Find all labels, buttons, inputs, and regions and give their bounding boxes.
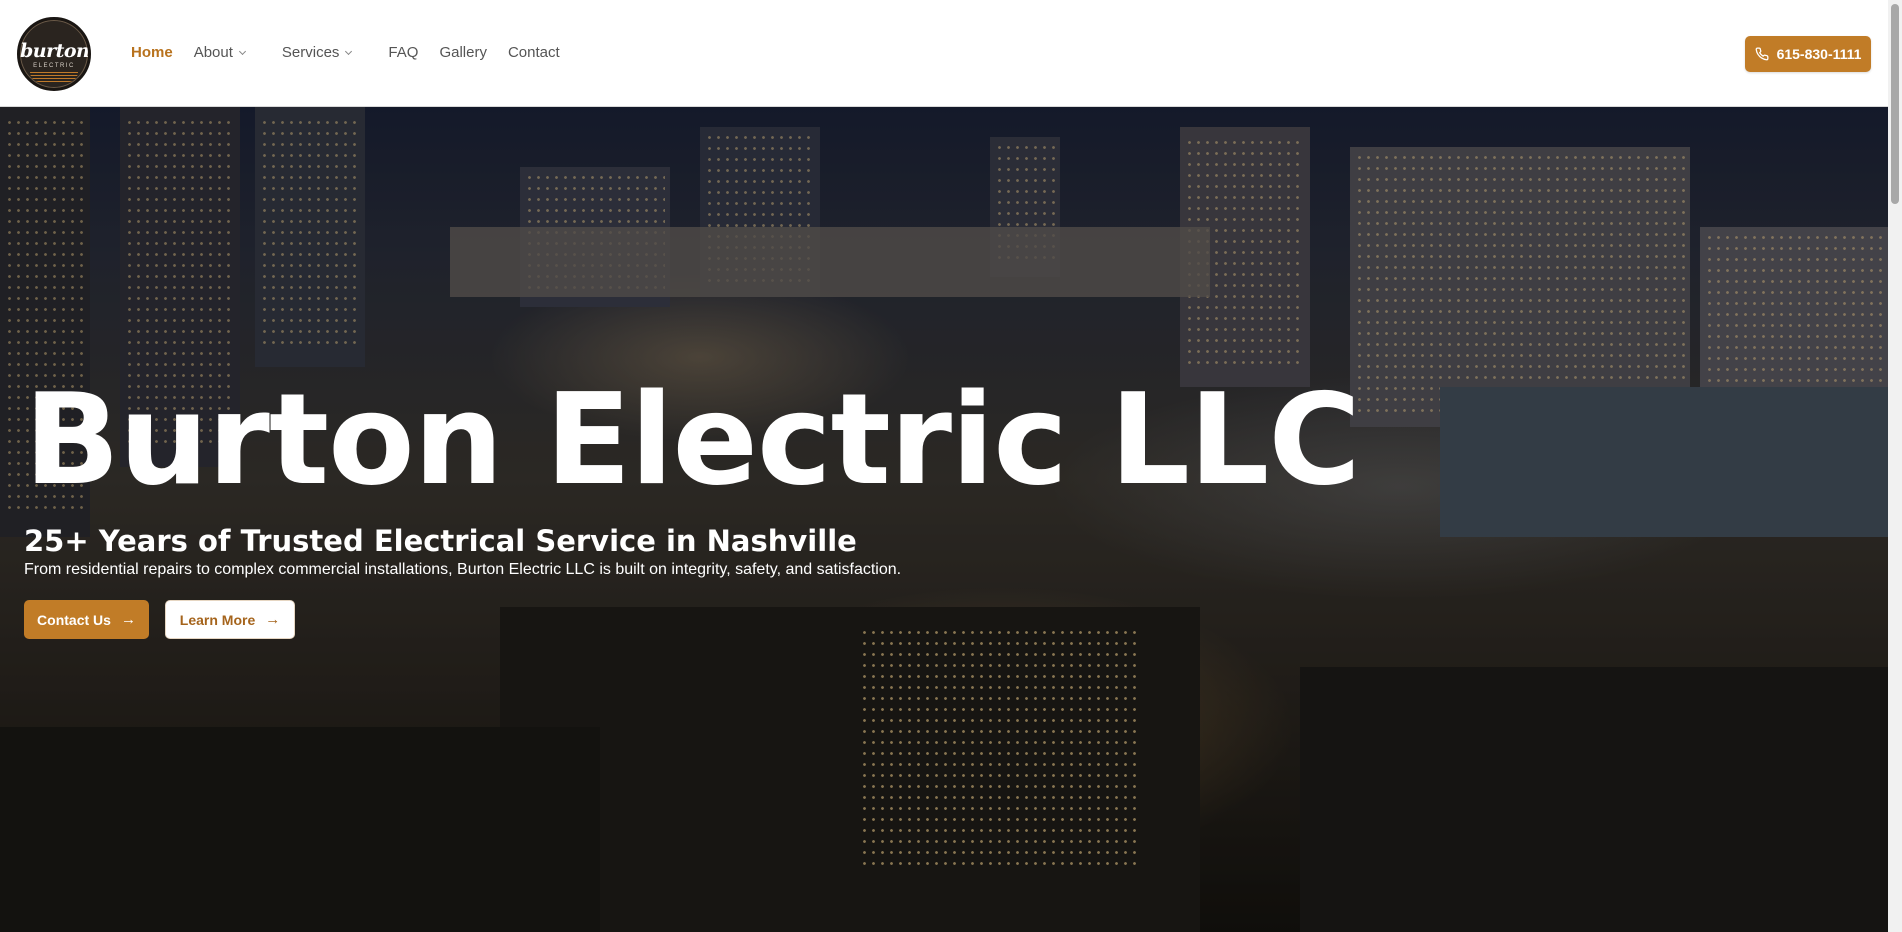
page-scrollbar[interactable] [1888,0,1902,932]
nav-item-home[interactable]: Home [131,43,173,63]
logo-stripes [30,72,78,82]
chevron-down-icon [345,47,353,55]
nav-item-label: Gallery [439,44,487,61]
logo-wordmark: burton [20,40,90,62]
learn-more-button[interactable]: Learn More → [165,600,295,639]
main-nav: Home About Services FAQ Gallery Contact [131,43,581,63]
nav-item-faq[interactable]: FAQ [388,43,418,63]
hero-section [0,107,1888,932]
nav-item-label: FAQ [388,44,419,61]
nav-item-label: About [193,44,233,61]
contact-us-button[interactable]: Contact Us → [24,600,149,639]
arrow-right-icon: → [120,611,136,628]
nav-item-label: Services [281,44,340,61]
learn-more-label: Learn More [179,611,256,628]
nav-item-gallery[interactable]: Gallery [439,43,487,63]
nav-item-contact[interactable]: Contact [508,43,560,63]
burton-electric-logo[interactable]: burton ELECTRIC [17,17,91,91]
chevron-down-icon [238,47,246,55]
site-header: burton ELECTRIC Home About Services FAQ … [0,0,1888,107]
nav-item-label: Contact [507,44,560,61]
phone-number-label: 615-830-1111 [1776,46,1862,62]
hero-subtitle: 25+ Years of Trusted Electrical Service … [24,524,857,558]
contact-us-label: Contact Us [37,611,111,628]
hero-title: Burton Electric LLC [24,366,1361,513]
hero-description: From residential repairs to complex comm… [24,561,902,578]
hero-dark-overlay [0,107,1888,932]
phone-icon [1755,47,1769,61]
logo-subtext: ELECTRIC [33,63,75,69]
scrollbar-thumb[interactable] [1891,4,1899,204]
arrow-right-icon: → [265,611,281,628]
nav-item-label: Home [131,44,173,61]
nav-item-services[interactable]: Services [281,43,353,63]
phone-call-button[interactable]: 615-830-1111 [1745,36,1871,72]
nav-item-about[interactable]: About [193,43,246,63]
